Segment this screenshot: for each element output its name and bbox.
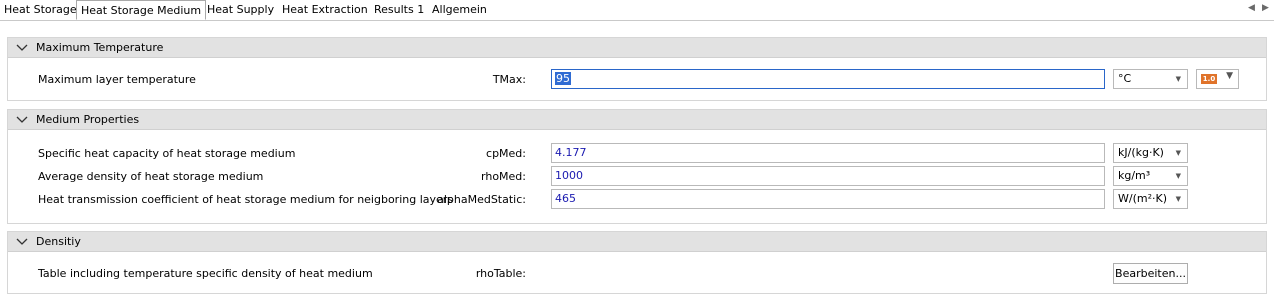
tab-allgemein[interactable]: Allgemein	[428, 0, 491, 20]
value-format-icon: 1.0	[1201, 74, 1217, 84]
section-maximum-temperature: Maximum Temperature Maximum layer temper…	[7, 37, 1267, 101]
tab-heat-storage[interactable]: Heat Storage	[0, 0, 81, 20]
section-density: Densitiy Table including temperature spe…	[7, 231, 1267, 294]
dropdown-arrow-icon: ▼	[1175, 172, 1181, 180]
unit-select[interactable]: kJ/(kg·K) ▼	[1113, 143, 1188, 163]
section-title: Maximum Temperature	[36, 41, 164, 54]
dropdown-arrow-icon: ▼	[1175, 195, 1181, 203]
cpmed-input[interactable]: 4.177	[551, 143, 1105, 163]
param-row-cpmed: Specific heat capacity of heat storage m…	[8, 143, 1266, 165]
param-row-alphamedstatic: Heat transmission coefficient of heat st…	[8, 189, 1266, 211]
unit-select[interactable]: °C ▼	[1113, 69, 1188, 89]
dropdown-arrow-icon: ▼	[1175, 149, 1181, 157]
dropdown-arrow-icon: ▼	[1226, 71, 1233, 81]
section-header[interactable]: Maximum Temperature	[8, 38, 1266, 58]
param-label: Table including temperature specific den…	[38, 267, 373, 280]
chevron-down-icon[interactable]	[16, 41, 28, 53]
format-dropdown[interactable]: 1.0 ▼	[1196, 69, 1239, 89]
section-title: Densitiy	[36, 235, 81, 248]
selected-value: 95	[555, 72, 571, 85]
param-row-rhotable: Table including temperature specific den…	[8, 263, 1266, 285]
unit-value: kJ/(kg·K)	[1118, 146, 1164, 159]
unit-value: W/(m²·K)	[1118, 192, 1168, 205]
param-label: Maximum layer temperature	[38, 73, 196, 86]
tab-results-1[interactable]: Results 1	[370, 0, 428, 20]
param-name: rhoTable:	[475, 267, 526, 280]
edit-table-button[interactable]: Bearbeiten...	[1113, 263, 1188, 284]
rhomed-input[interactable]: 1000	[551, 166, 1105, 186]
tab-heat-storage-medium[interactable]: Heat Storage Medium	[76, 0, 207, 20]
tab-scroll-right-icon[interactable]: ▶	[1262, 3, 1269, 13]
unit-select[interactable]: kg/m³ ▼	[1113, 166, 1188, 186]
dropdown-arrow-icon: ▼	[1175, 75, 1181, 83]
param-label: Heat transmission coefficient of heat st…	[38, 193, 454, 206]
tmax-input[interactable]: 95	[551, 69, 1105, 89]
param-label: Average density of heat storage medium	[38, 170, 264, 183]
tab-heat-extraction[interactable]: Heat Extraction	[278, 0, 372, 20]
param-row-rhomed: Average density of heat storage medium r…	[8, 166, 1266, 188]
chevron-down-icon[interactable]	[16, 113, 28, 125]
section-header[interactable]: Densitiy	[8, 232, 1266, 252]
tab-scroll-left-icon[interactable]: ◀	[1248, 3, 1255, 13]
param-name: cpMed:	[486, 147, 526, 160]
unit-value: °C	[1118, 72, 1132, 85]
param-row-tmax: Maximum layer temperature TMax: 95 °C ▼ …	[8, 69, 1266, 91]
section-header[interactable]: Medium Properties	[8, 110, 1266, 130]
unit-value: kg/m³	[1118, 169, 1151, 182]
tab-heat-supply[interactable]: Heat Supply	[203, 0, 278, 20]
alphamedstatic-input[interactable]: 465	[551, 189, 1105, 209]
param-label: Specific heat capacity of heat storage m…	[38, 147, 296, 160]
section-medium-properties: Medium Properties Specific heat capacity…	[7, 109, 1267, 224]
tab-bar: Heat Storage Heat Storage Medium Heat Su…	[0, 0, 1274, 21]
unit-select[interactable]: W/(m²·K) ▼	[1113, 189, 1188, 209]
param-name: rhoMed:	[481, 170, 526, 183]
chevron-down-icon[interactable]	[16, 235, 28, 247]
param-name: alphaMedStatic:	[437, 193, 526, 206]
section-title: Medium Properties	[36, 113, 140, 126]
param-name: TMax:	[492, 73, 526, 86]
